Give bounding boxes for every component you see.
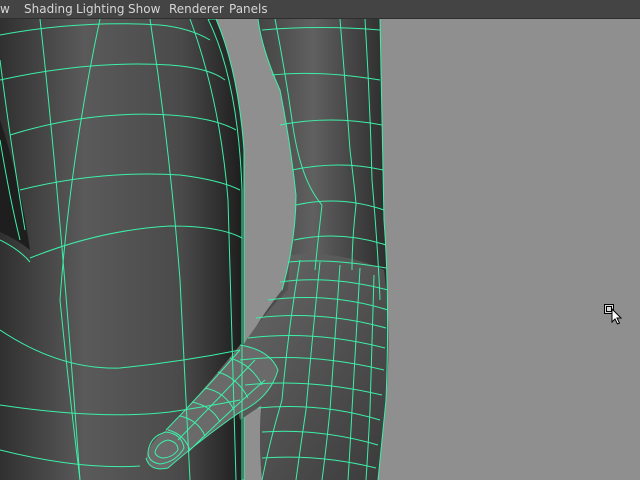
menu-show[interactable]: Show [128,2,160,16]
menu-lighting[interactable]: Lighting [76,2,125,16]
menu-renderer[interactable]: Renderer [169,2,224,16]
menu-shading[interactable]: Shading [24,2,73,16]
viewport-scene[interactable] [0,19,640,480]
menu-view[interactable]: w [0,2,10,16]
3d-viewport[interactable] [0,19,640,480]
menu-panels[interactable]: Panels [229,2,268,16]
panel-menu-bar: w Shading Lighting Show Renderer Panels [0,0,640,19]
arrow-with-box-cursor-icon [604,304,623,325]
